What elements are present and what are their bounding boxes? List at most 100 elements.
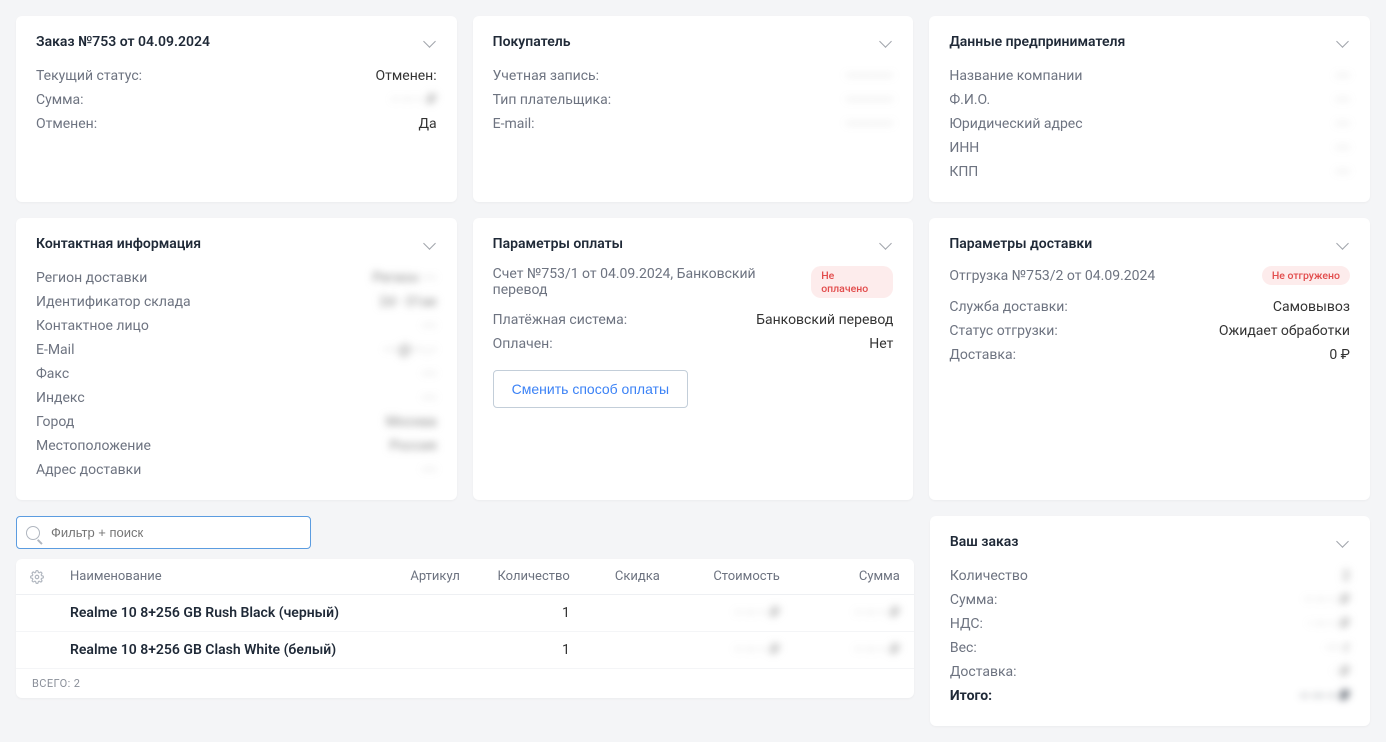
entrepreneur-card: Данные предпринимателя Название компании… <box>929 16 1370 202</box>
kv-row: Учетная запись:············· <box>493 64 894 88</box>
table-row[interactable]: Realme 10 8+256 GB Clash White (белый) 1 ·… <box>16 632 914 669</box>
kv-value: Нет <box>869 336 893 352</box>
order-summary-card: Ваш заказ Количество2Сумма:·· ··· ·· ₽НД… <box>930 516 1370 726</box>
th-discount: Скидка <box>570 569 660 584</box>
kv-row: ИНН···· <box>949 136 1350 160</box>
gear-icon[interactable] <box>30 570 44 584</box>
kv-value: Ожидает обработки <box>1219 323 1350 339</box>
kv-row: E-Mail····@····.·· <box>36 338 437 362</box>
kv-value: ·· ··· ·· ₽ <box>391 92 436 108</box>
kv-label: Оплачен: <box>493 336 553 352</box>
kv-label: E-Mail <box>36 342 74 358</box>
shipping-badge: Не отгружено <box>1262 266 1350 285</box>
chevron-down-icon[interactable] <box>423 237 437 251</box>
kv-row: Служба доставки:Самовывоз <box>949 295 1350 319</box>
order-title: Заказ №753 от 04.09.2024 <box>36 34 210 50</box>
kv-label: Статус отгрузки: <box>949 323 1057 339</box>
kv-row: НДС:· ··· ·· ₽ <box>950 612 1350 636</box>
kv-row: Регион доставки Регион ···· <box>36 266 437 290</box>
kv-row: Тип плательщика: ············· <box>493 88 894 112</box>
kv-row: Сумма: ·· ··· ·· ₽ <box>36 88 437 112</box>
kv-row: Юридический адрес···· <box>949 112 1350 136</box>
kv-label: Название компании <box>949 68 1082 84</box>
kv-label: Тип плательщика: <box>493 92 611 108</box>
kv-label: E-mail: <box>493 116 535 132</box>
chevron-down-icon[interactable] <box>423 35 437 49</box>
kv-value: · ₽ <box>1334 664 1350 680</box>
kv-value: Москва <box>386 414 437 430</box>
kv-value: ·· ··· ·· ₽ <box>1305 592 1350 608</box>
contact-card: Контактная информация Регион доставкиРег… <box>16 218 457 500</box>
kv-row: Сумма: ·· ··· ·· ₽ <box>950 588 1350 612</box>
search-icon <box>26 526 40 540</box>
chevron-down-icon[interactable] <box>1336 535 1350 549</box>
kv-row: Факс ···· <box>36 362 437 386</box>
kv-label: Город <box>36 414 74 430</box>
payment-title: Параметры оплаты <box>493 236 623 252</box>
table-row[interactable]: Realme 10 8+256 GB Rush Black (черный)1·… <box>16 595 914 632</box>
order-card: Заказ №753 от 04.09.2024 Текущий статус:… <box>16 16 457 202</box>
kv-row: Идентификатор склада2d···31ae <box>36 290 437 314</box>
kv-label: НДС: <box>950 616 983 632</box>
chevron-down-icon[interactable] <box>1336 35 1350 49</box>
th-sum: Сумма <box>780 569 900 584</box>
item-name: Realme 10 8+256 GB Clash White (белый) <box>70 642 370 658</box>
kv-row: Отменен:Да <box>36 112 437 136</box>
kv-label: Контактное лицо <box>36 318 149 334</box>
kv-row: Количество2 <box>950 564 1350 588</box>
kv-label: Индекс <box>36 390 85 406</box>
kv-label: Текущий статус: <box>36 68 142 84</box>
kv-value: ···· <box>1335 140 1350 156</box>
table-footer-count: 2 <box>74 677 81 690</box>
kv-row: Местоположение Россия <box>36 434 437 458</box>
change-payment-button[interactable]: Сменить способ оплаты <box>493 370 688 408</box>
kv-label: Сумма: <box>950 592 998 608</box>
kv-label: Местоположение <box>36 438 151 454</box>
summary-total-label: Итого: <box>950 688 992 704</box>
search-input[interactable] <box>16 516 311 549</box>
kv-value: ···· <box>1335 92 1350 108</box>
chevron-down-icon[interactable] <box>1336 237 1350 251</box>
kv-row: Ф.И.О. ···· <box>949 88 1350 112</box>
kv-label: Регион доставки <box>36 270 147 286</box>
shipping-card: Параметры доставки Отгрузка №753/2 от 04… <box>929 218 1370 500</box>
item-sum: ·· ··· ·· ₽ <box>780 605 900 621</box>
kv-label: Сумма: <box>36 92 84 108</box>
payment-card: Параметры оплаты Счет №753/1 от 04.09.20… <box>473 218 914 500</box>
kv-value: ···· <box>422 390 437 406</box>
kv-value: ···· <box>1335 164 1350 180</box>
kv-label: КПП <box>949 164 978 180</box>
kv-row: Доставка:· ₽ <box>950 660 1350 684</box>
item-price: ·· ··· ·· ₽ <box>660 605 780 621</box>
kv-row: Платёжная система:Банковский перевод <box>493 308 894 332</box>
kv-row: Название компании ···· <box>949 64 1350 88</box>
kv-label: Вес: <box>950 640 977 656</box>
kv-row: Текущий статус: Отменен: <box>36 64 437 88</box>
chevron-down-icon[interactable] <box>879 35 893 49</box>
kv-value: ············· <box>846 116 894 132</box>
kv-value: ···· <box>422 318 437 334</box>
chevron-down-icon[interactable] <box>879 237 893 251</box>
th-qty: Количество <box>460 569 570 584</box>
th-name: Наименование <box>70 569 370 584</box>
kv-value: ············· <box>846 68 894 84</box>
kv-row: Доставка:0 ₽ <box>949 343 1350 367</box>
kv-row: КПП ···· <box>949 160 1350 184</box>
item-price: ·· ··· ·· ₽ <box>660 642 780 658</box>
kv-value: ···· <box>1335 68 1350 84</box>
kv-value: 2d···31ae <box>379 294 437 310</box>
kv-value: Отменен: <box>376 68 437 84</box>
kv-value: ···· <box>422 462 437 478</box>
kv-value: Регион ···· <box>372 270 436 286</box>
shipping-title: Параметры доставки <box>949 236 1092 252</box>
kv-value: Россия <box>390 438 437 454</box>
kv-label: Факс <box>36 366 69 382</box>
payment-badge: Не оплачено <box>811 266 893 298</box>
kv-label: Служба доставки: <box>949 299 1067 315</box>
kv-row: Город Москва <box>36 410 437 434</box>
kv-value: ············· <box>846 92 894 108</box>
kv-value: ···· <box>422 366 437 382</box>
item-qty: 1 <box>460 642 570 658</box>
kv-label: Ф.И.О. <box>949 92 990 108</box>
kv-row: Индекс ···· <box>36 386 437 410</box>
